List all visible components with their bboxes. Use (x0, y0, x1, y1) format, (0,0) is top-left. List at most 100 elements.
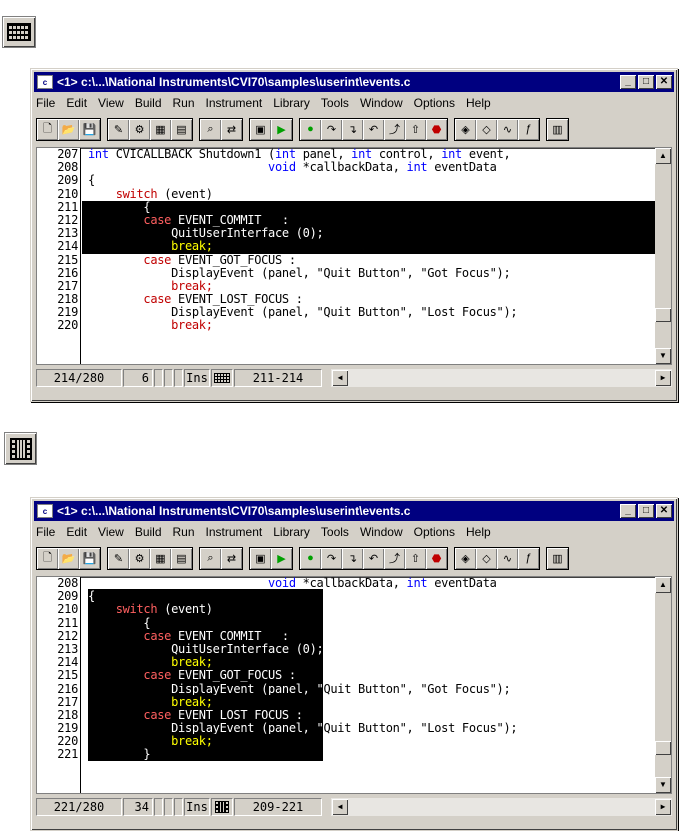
column-selection-mode-icon[interactable] (211, 798, 233, 816)
vertical-scrollbar[interactable]: ▲ ▼ (655, 148, 671, 364)
scroll-left-button[interactable]: ◀ (332, 799, 348, 815)
scroll-left-button[interactable]: ◀ (332, 370, 348, 386)
code-editor[interactable]: 207 208 209 210 211 212 213 214 215 216 … (36, 147, 672, 365)
code-text[interactable]: int CVICALLBACK Shutdown1 (int panel, in… (82, 148, 655, 364)
scroll-down-button[interactable]: ▼ (655, 348, 671, 364)
code-line[interactable]: break; (82, 319, 655, 332)
scroll-right-button[interactable]: ▶ (655, 799, 671, 815)
title-bar[interactable]: c <1> c:\...\National Instruments\CVI70\… (34, 501, 674, 521)
menu-options[interactable]: Options (414, 525, 455, 539)
trace-icon[interactable]: ∿ (497, 118, 518, 140)
code-line[interactable]: { (82, 174, 655, 187)
replace-icon[interactable]: ⇄ (221, 547, 242, 569)
menu-view[interactable]: View (98, 96, 124, 110)
trace-icon[interactable]: ∿ (497, 547, 518, 569)
replace-icon[interactable]: ⇄ (221, 118, 242, 140)
run-icon[interactable]: ▶ (271, 547, 292, 569)
code-line[interactable]: void *callbackData, int eventData (82, 160, 655, 174)
menu-instrument[interactable]: Instrument (206, 525, 263, 539)
code-line[interactable]: DisplayEvent (panel, "Quit Button", "Got… (82, 681, 655, 696)
save-icon[interactable]: 💾 (79, 118, 100, 140)
code-line[interactable]: DisplayEvent (panel, "Quit Button", "Got… (82, 266, 655, 280)
find-icon[interactable]: ⌕ (200, 118, 221, 140)
up-icon[interactable]: ⇧ (405, 547, 426, 569)
open-icon[interactable]: 📂 (58, 547, 79, 569)
code-line[interactable]: case EVENT_GOT_FOCUS : (82, 253, 655, 267)
code-line[interactable]: switch (event) (82, 187, 655, 201)
code-line[interactable]: switch (event) (82, 602, 655, 617)
maximize-button[interactable]: □ (638, 75, 654, 89)
open-icon[interactable]: 📂 (58, 118, 79, 140)
menu-run[interactable]: Run (173, 96, 195, 110)
library-icon[interactable]: ▥ (547, 118, 568, 140)
step-into-icon[interactable]: ↷ (321, 118, 342, 140)
step-out-icon[interactable]: ↶ (363, 118, 384, 140)
tools-icon[interactable]: ⚙ (129, 547, 150, 569)
minimize-button[interactable]: _ (620, 504, 636, 518)
edit-icon[interactable]: ✎ (108, 118, 129, 140)
menu-instrument[interactable]: Instrument (206, 96, 263, 110)
menu-options[interactable]: Options (414, 96, 455, 110)
new-file-icon[interactable]: 🗋 (37, 118, 58, 140)
save-icon[interactable]: 💾 (79, 547, 100, 569)
code-line[interactable]: } (82, 747, 655, 762)
close-button[interactable]: ✕ (656, 504, 672, 518)
menu-edit[interactable]: Edit (66, 96, 87, 110)
menu-build[interactable]: Build (135, 96, 162, 110)
build-icon[interactable]: ▣ (250, 118, 271, 140)
step-over-icon[interactable]: ↴ (342, 118, 363, 140)
up-icon[interactable]: ⇧ (405, 118, 426, 140)
code-line[interactable]: case EVENT_COMMIT : (82, 628, 655, 643)
menu-edit[interactable]: Edit (66, 525, 87, 539)
variables-icon[interactable]: ◇ (476, 118, 497, 140)
menu-run[interactable]: Run (173, 525, 195, 539)
horizontal-scrollbar[interactable]: ◀ ▶ (331, 369, 672, 387)
find-in-files-icon[interactable]: ▦ (150, 118, 171, 140)
find-icon[interactable]: ⌕ (200, 547, 221, 569)
step-over-icon[interactable]: ↴ (342, 547, 363, 569)
title-bar[interactable]: c <1> c:\...\National Instruments\CVI70\… (34, 72, 674, 92)
watch-icon[interactable]: ◈ (455, 547, 476, 569)
scroll-up-button[interactable]: ▲ (655, 577, 671, 593)
panel-icon[interactable]: ▤ (171, 118, 192, 140)
code-line[interactable]: case EVENT_GOT_FOCUS : (82, 668, 655, 683)
menu-help[interactable]: Help (466, 96, 491, 110)
finish-icon[interactable]: ⤴ (384, 118, 405, 140)
menu-library[interactable]: Library (273, 525, 310, 539)
menu-tools[interactable]: Tools (321, 96, 349, 110)
function-panel-icon[interactable]: ƒ (518, 547, 539, 569)
library-icon[interactable]: ▥ (547, 547, 568, 569)
vertical-scrollbar[interactable]: ▲ ▼ (655, 577, 671, 793)
stop-icon[interactable]: ⬣ (426, 118, 447, 140)
menu-build[interactable]: Build (135, 525, 162, 539)
step-into-icon[interactable]: ↷ (321, 547, 342, 569)
maximize-button[interactable]: □ (638, 504, 654, 518)
menu-view[interactable]: View (98, 525, 124, 539)
scroll-right-button[interactable]: ▶ (655, 370, 671, 386)
function-panel-icon[interactable]: ƒ (518, 118, 539, 140)
finish-icon[interactable]: ⤴ (384, 547, 405, 569)
breakpoint-icon[interactable]: ● (300, 547, 321, 569)
code-text[interactable]: void *callbackData, int eventData{ switc… (82, 577, 655, 793)
edit-icon[interactable]: ✎ (108, 547, 129, 569)
tools-icon[interactable]: ⚙ (129, 118, 150, 140)
code-editor[interactable]: 208 209 210 211 212 213 214 215 216 217 … (36, 576, 672, 794)
run-icon[interactable]: ▶ (271, 118, 292, 140)
watch-icon[interactable]: ◈ (455, 118, 476, 140)
close-button[interactable]: ✕ (656, 75, 672, 89)
panel-icon[interactable]: ▤ (171, 547, 192, 569)
find-in-files-icon[interactable]: ▦ (150, 547, 171, 569)
menu-file[interactable]: File (36, 525, 55, 539)
build-icon[interactable]: ▣ (250, 547, 271, 569)
stop-icon[interactable]: ⬣ (426, 547, 447, 569)
scroll-thumb[interactable] (655, 741, 671, 755)
menu-file[interactable]: File (36, 96, 55, 110)
variables-icon[interactable]: ◇ (476, 547, 497, 569)
scroll-up-button[interactable]: ▲ (655, 148, 671, 164)
scroll-thumb[interactable] (655, 308, 671, 322)
minimize-button[interactable]: _ (620, 75, 636, 89)
menu-help[interactable]: Help (466, 525, 491, 539)
menu-window[interactable]: Window (360, 525, 403, 539)
horizontal-scrollbar[interactable]: ◀ ▶ (331, 798, 672, 816)
line-selection-mode-icon[interactable] (211, 369, 233, 387)
